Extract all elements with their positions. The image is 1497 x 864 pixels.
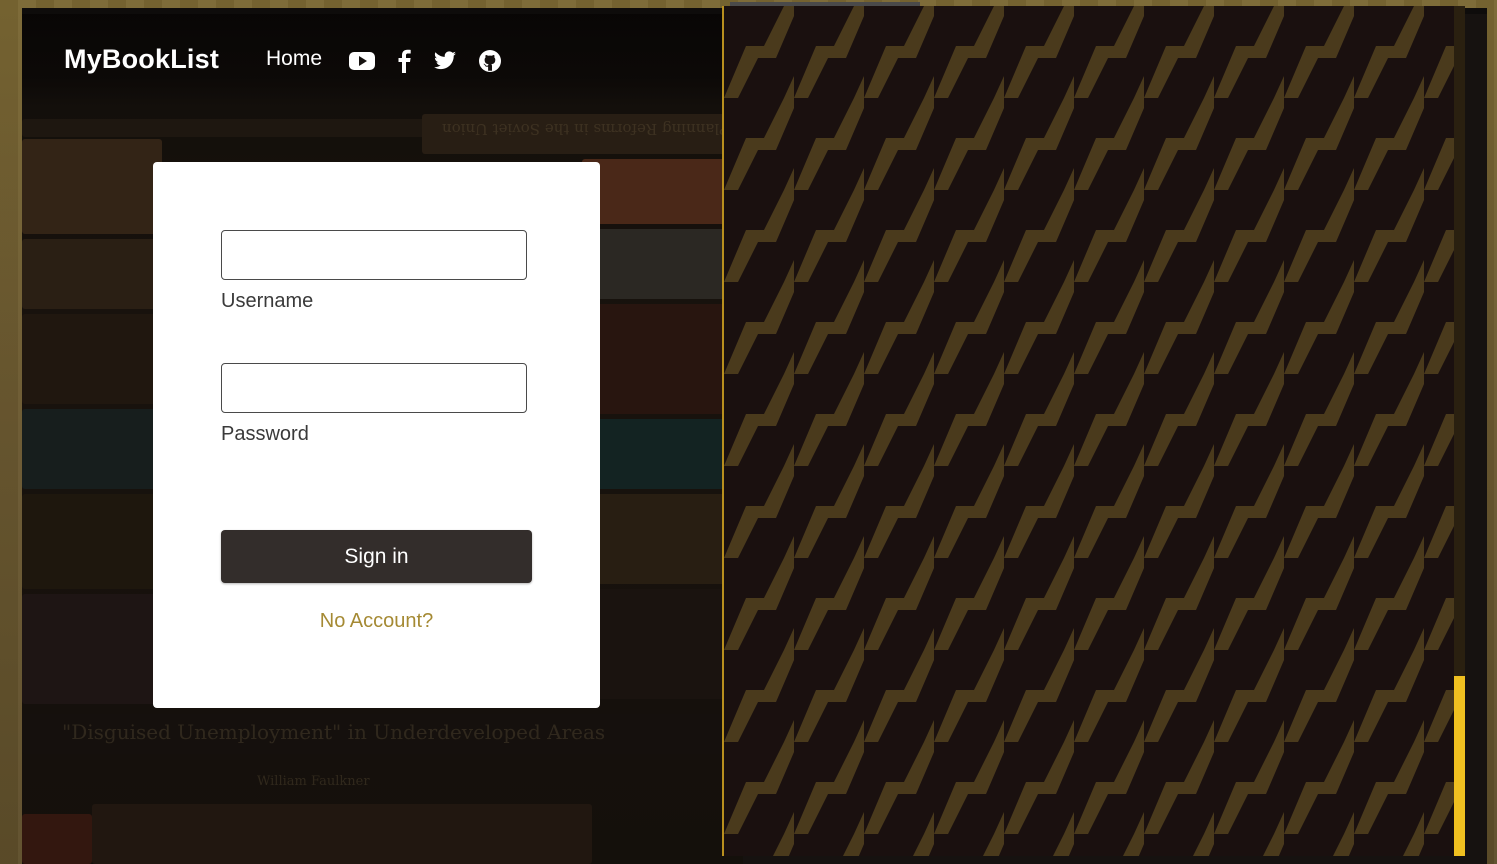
github-icon[interactable] — [477, 48, 503, 74]
twitter-icon[interactable] — [432, 48, 458, 74]
nav-home-link[interactable]: Home — [266, 47, 322, 71]
brand-logo[interactable]: MyBookList — [64, 44, 219, 75]
login-card: Username Password Sign in No Account? — [153, 162, 600, 708]
zigzag-pattern — [724, 6, 1455, 856]
password-input[interactable] — [221, 363, 527, 413]
youtube-icon[interactable] — [348, 48, 375, 74]
facebook-icon[interactable] — [394, 48, 420, 74]
no-account-link[interactable]: No Account? — [153, 610, 600, 633]
scrollbar-thumb[interactable] — [1454, 676, 1465, 856]
password-label: Password — [221, 423, 309, 445]
username-label: Username — [221, 290, 314, 312]
pattern-panel — [722, 6, 1455, 856]
username-input[interactable] — [221, 230, 527, 280]
sign-in-button[interactable]: Sign in — [221, 530, 532, 583]
navbar: MyBookList Home — [22, 14, 743, 106]
